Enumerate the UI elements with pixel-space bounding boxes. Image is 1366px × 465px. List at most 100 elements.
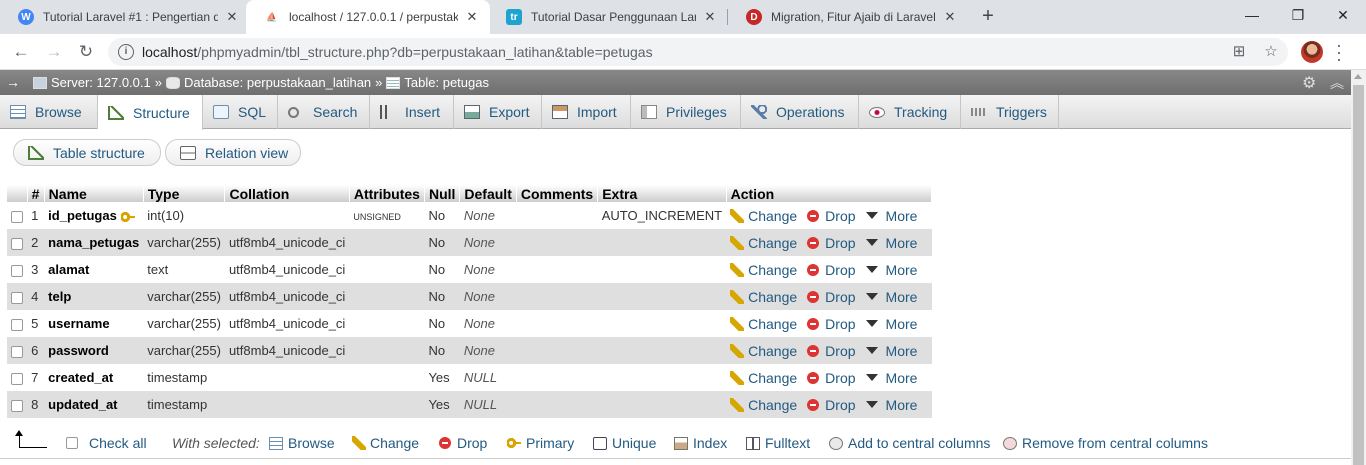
drop-button[interactable]: Drop [807, 289, 856, 305]
browser-tab-phpmyadmin[interactable]: ⛵ localhost / 127.0.0.1 / perpustaka ✕ [246, 0, 490, 34]
header-extra[interactable]: Extra [597, 185, 727, 202]
scroll-up-icon[interactable] [1354, 74, 1362, 79]
change-button[interactable]: Change [730, 235, 797, 251]
more-dropdown[interactable]: More [865, 289, 917, 305]
tab-export[interactable]: Export [454, 95, 542, 129]
table-row[interactable]: 4 telp varchar(255) utf8mb4_unicode_ci No Non… [7, 283, 932, 310]
header-type[interactable]: Type [143, 185, 226, 202]
more-dropdown[interactable]: More [865, 235, 917, 251]
reload-icon[interactable]: ↻ [74, 40, 98, 64]
close-tab-icon[interactable]: ✕ [942, 9, 958, 25]
change-button[interactable]: Change [730, 208, 797, 224]
drop-button[interactable]: Drop [807, 370, 856, 386]
bulk-fulltext-button[interactable]: Fulltext [746, 435, 810, 451]
more-dropdown[interactable]: More [865, 370, 917, 386]
row-checkbox[interactable] [11, 345, 23, 358]
check-all-checkbox[interactable] [66, 437, 78, 449]
tab-import[interactable]: Import [542, 95, 631, 129]
more-dropdown[interactable]: More [865, 316, 917, 332]
row-checkbox[interactable] [11, 291, 23, 304]
drop-button[interactable]: Drop [807, 208, 856, 224]
close-tab-icon[interactable]: ✕ [702, 9, 718, 25]
address-bar[interactable]: i localhost/phpmyadmin/tbl_structure.php… [108, 38, 1288, 66]
close-tab-icon[interactable]: ✕ [464, 9, 480, 25]
collapse-topbar-icon[interactable]: ︽ [1330, 73, 1344, 93]
change-button[interactable]: Change [730, 316, 797, 332]
bookmark-star-icon[interactable]: ☆ [1262, 43, 1280, 61]
bulk-unique-button[interactable]: Unique [593, 435, 656, 451]
close-window-button[interactable]: ✕ [1328, 4, 1358, 26]
header-name[interactable]: Name [44, 185, 144, 202]
bulk-drop-button[interactable]: Drop [439, 435, 487, 451]
change-button[interactable]: Change [730, 370, 797, 386]
tab-tracking[interactable]: Tracking [859, 95, 961, 129]
drop-button[interactable]: Drop [807, 397, 856, 413]
forward-icon[interactable]: → [42, 40, 66, 64]
drop-button[interactable]: Drop [807, 262, 856, 278]
table-row[interactable]: 6 password varchar(255) utf8mb4_unicode_ci N… [7, 337, 932, 364]
table-row[interactable]: 7 created_at timestamp Yes NULL Change Drop Mor… [7, 364, 932, 391]
settings-gear-icon[interactable]: ⚙ [1302, 73, 1316, 93]
site-info-icon[interactable]: i [118, 44, 134, 60]
remove-central-columns-button[interactable]: Remove from central columns [1003, 435, 1208, 451]
table-structure-button[interactable]: Table structure [13, 139, 161, 166]
bulk-change-button[interactable]: Change [352, 435, 419, 451]
table-row[interactable]: 5 username varchar(255) utf8mb4_unicode_ci N… [7, 310, 932, 337]
table-row[interactable]: 3 alamat text utf8mb4_unicode_ci No None Chang… [7, 256, 932, 283]
header-null[interactable]: Null [424, 185, 461, 202]
drop-button[interactable]: Drop [807, 316, 856, 332]
breadcrumb-database[interactable]: Database: perpustakaan_latihan [184, 75, 371, 90]
tab-browse[interactable]: Browse [0, 95, 98, 129]
page-scrollbar[interactable] [1351, 70, 1366, 465]
bulk-primary-button[interactable]: Primary [507, 435, 574, 451]
table-row[interactable]: 1 id_petugas int(10) UNSIGNED No None AUTO_INC… [7, 202, 932, 229]
tab-operations[interactable]: Operations [741, 95, 859, 129]
bulk-index-button[interactable]: Index [674, 435, 727, 451]
tab-privileges[interactable]: Privileges [631, 95, 741, 129]
check-all-label[interactable]: Check all [89, 435, 147, 451]
header-comments[interactable]: Comments [516, 185, 599, 202]
row-checkbox[interactable] [11, 210, 23, 223]
add-central-columns-button[interactable]: Add to central columns [829, 435, 990, 451]
url-text[interactable]: localhost/phpmyadmin/tbl_structure.php?d… [142, 44, 653, 60]
collapse-navigation-icon[interactable]: → [6, 74, 20, 90]
row-checkbox[interactable] [11, 399, 23, 412]
header-default[interactable]: Default [459, 185, 517, 202]
table-row[interactable]: 8 updated_at timestamp Yes NULL Change Drop Mor… [7, 391, 932, 418]
tab-triggers[interactable]: Triggers [961, 95, 1059, 129]
minimize-button[interactable]: — [1237, 4, 1267, 26]
back-icon[interactable]: ← [9, 40, 33, 64]
close-tab-icon[interactable]: ✕ [224, 9, 240, 25]
more-dropdown[interactable]: More [865, 343, 917, 359]
drop-button[interactable]: Drop [807, 235, 856, 251]
header-attributes[interactable]: Attributes [349, 185, 425, 202]
drop-button[interactable]: Drop [807, 343, 856, 359]
browser-tab-tutorial-dasar[interactable]: tr Tutorial Dasar Penggunaan Larav ✕ [488, 0, 728, 34]
translate-icon[interactable]: ⊞ [1230, 43, 1248, 61]
change-button[interactable]: Change [730, 397, 797, 413]
more-dropdown[interactable]: More [865, 208, 917, 224]
change-button[interactable]: Change [730, 262, 797, 278]
tab-structure[interactable]: Structure [98, 95, 203, 130]
row-checkbox[interactable] [11, 237, 23, 250]
header-collation[interactable]: Collation [224, 185, 350, 202]
bulk-browse-button[interactable]: Browse [269, 435, 335, 451]
row-checkbox[interactable] [11, 318, 23, 331]
browser-menu-icon[interactable]: · · · [1334, 36, 1344, 68]
tab-sql[interactable]: SQL [203, 95, 278, 129]
more-dropdown[interactable]: More [865, 262, 917, 278]
more-dropdown[interactable]: More [865, 397, 917, 413]
change-button[interactable]: Change [730, 343, 797, 359]
breadcrumb-table[interactable]: Table: petugas [404, 75, 489, 90]
relation-view-button[interactable]: Relation view [165, 139, 301, 166]
check-all-toggle[interactable]: Check all [66, 435, 147, 451]
row-checkbox[interactable] [11, 264, 23, 277]
table-row[interactable]: 2 nama_petugas varchar(255) utf8mb4_unicode… [7, 229, 932, 256]
change-button[interactable]: Change [730, 289, 797, 305]
tab-insert[interactable]: Insert [370, 95, 454, 129]
browser-tab-migration[interactable]: D Migration, Fitur Ajaib di Laravel - ✕ [728, 0, 968, 34]
maximize-button[interactable]: ❐ [1283, 4, 1313, 26]
profile-avatar[interactable] [1301, 41, 1323, 63]
browser-tab-laravel-1[interactable]: W Tutorial Laravel #1 : Pengertian d ✕ [0, 0, 250, 34]
new-tab-button[interactable]: + [976, 4, 1000, 28]
